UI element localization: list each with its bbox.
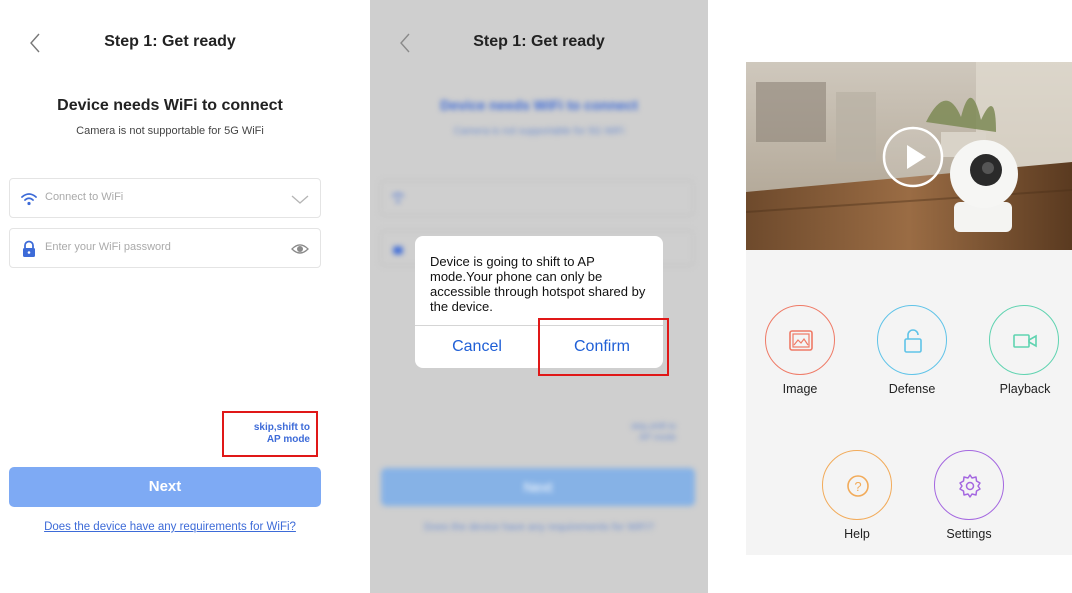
password-placeholder: Enter your WiFi password xyxy=(45,241,171,253)
svg-text:?: ? xyxy=(854,479,861,494)
page-title: Step 1: Get ready xyxy=(104,33,236,50)
wifi-select-field[interactable]: Connect to WiFi xyxy=(9,178,321,218)
blurred-heading: Device needs WiFi to connect xyxy=(440,97,638,113)
next-button[interactable]: Next xyxy=(9,467,321,507)
image-icon xyxy=(789,330,813,351)
gear-icon xyxy=(959,474,981,498)
skip-ap-mode-link[interactable]: skip,shift to AP mode xyxy=(254,422,310,446)
defense-button[interactable] xyxy=(877,305,947,375)
wifi-select-placeholder: Connect to WiFi xyxy=(45,191,124,203)
video-camera-icon xyxy=(1013,334,1037,348)
help-button[interactable]: ? xyxy=(822,450,892,520)
skip-link-line1: skip,shift to xyxy=(253,422,310,433)
play-icon[interactable] xyxy=(882,126,944,188)
chevron-down-icon[interactable] xyxy=(290,190,310,208)
defense-label: Defense xyxy=(888,382,936,396)
blurred-skip-line1: skip,shift to xyxy=(630,421,676,431)
image-label: Image xyxy=(782,382,818,396)
blurred-requirements-link: Does the device have any requirements fo… xyxy=(424,521,654,533)
ap-mode-confirm-screen: Step 1: Get ready Device needs WiFi to c… xyxy=(370,0,708,593)
blurred-skip-line2: AP mode xyxy=(639,432,676,442)
camera-home-screen: Image Defense Playback ? Help Settings xyxy=(746,62,1072,555)
skip-ap-mode-highlight: skip,shift to AP mode xyxy=(222,411,318,457)
image-button[interactable] xyxy=(765,305,835,375)
wifi-icon xyxy=(392,193,404,203)
wifi-subheading: Camera is not supportable for 5G WiFi xyxy=(76,125,264,137)
playback-label: Playback xyxy=(999,382,1051,396)
unlock-icon xyxy=(904,329,922,353)
wifi-heading: Device needs WiFi to connect xyxy=(57,97,283,114)
blurred-skip-link: skip,shift to AP mode xyxy=(631,421,676,443)
playback-button[interactable] xyxy=(989,305,1059,375)
wifi-icon xyxy=(21,193,37,206)
blurred-wifi-field xyxy=(380,180,694,216)
settings-button[interactable] xyxy=(934,450,1004,520)
help-label: Help xyxy=(844,527,870,541)
lock-icon xyxy=(23,240,35,257)
wifi-requirements-link[interactable]: Does the device have any requirements fo… xyxy=(0,521,340,533)
wifi-setup-screen: Step 1: Get ready Device needs WiFi to c… xyxy=(0,0,340,593)
settings-label: Settings xyxy=(946,527,992,541)
help-icon: ? xyxy=(847,475,869,497)
live-video-preview[interactable] xyxy=(746,62,1072,250)
skip-link-line2: AP mode xyxy=(266,434,310,445)
lock-icon xyxy=(393,246,403,255)
cancel-button[interactable]: Cancel xyxy=(415,325,539,368)
confirm-highlight xyxy=(538,318,669,376)
wifi-password-field[interactable]: Enter your WiFi password xyxy=(9,228,321,268)
blurred-subheading: Camera is not supportable for 5G WiFi xyxy=(453,126,625,137)
eye-icon[interactable] xyxy=(290,240,310,258)
blurred-next-button: Next xyxy=(381,468,695,506)
dialog-message: Device is going to shift to AP mode.Your… xyxy=(430,254,646,314)
